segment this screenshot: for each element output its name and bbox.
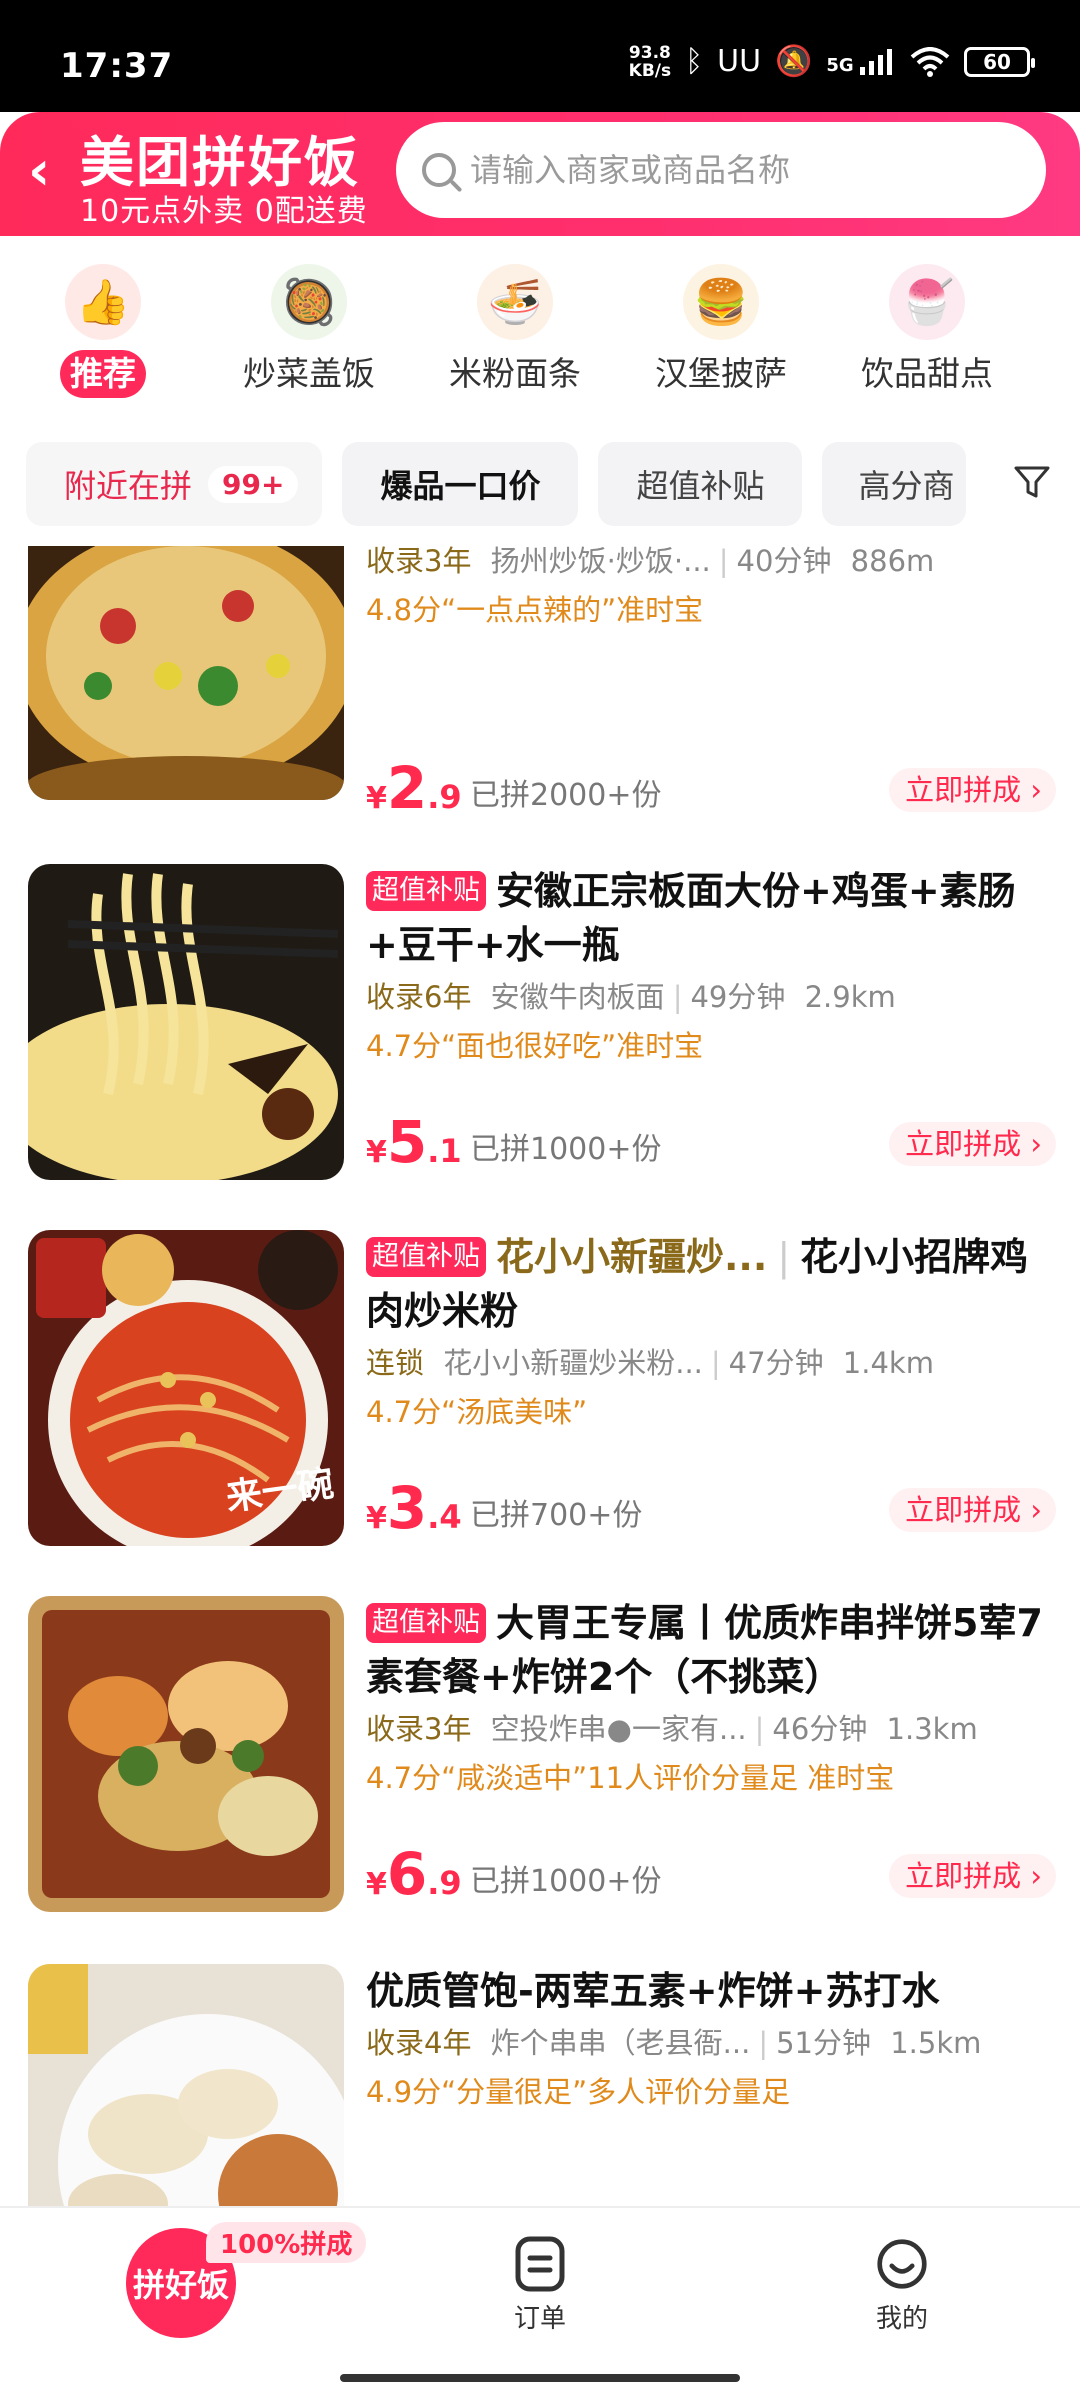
food-image[interactable]: 来一碗: [28, 1230, 344, 1546]
filter-high-rating[interactable]: 高分商: [822, 442, 967, 526]
price-row: ¥6.9 已拼1000+份 立即拼成 ›: [366, 1840, 1056, 1912]
food-image[interactable]: [28, 1596, 344, 1912]
deal-title: 优质管饱-两荤五素+炸饼+苏打水: [366, 1969, 940, 2013]
review-line: 4.9分“分量很足”多人评价分量足: [366, 2075, 791, 2109]
earbuds-icon: ᑌᑌ: [717, 44, 762, 79]
shop-meta: 收录3年 扬州炒饭·炒饭·... | 40分钟 886m: [366, 546, 935, 578]
search-icon: [422, 153, 456, 187]
food-image[interactable]: [28, 546, 344, 800]
deal-card[interactable]: 优质管饱-两荤五素+炸饼+苏打水 收录4年 炸个串串（老县衙... | 51分钟 1…: [0, 1964, 1080, 2206]
battery-icon: 60: [964, 47, 1035, 77]
brand-name: 花小小新疆炒...: [496, 1235, 768, 1279]
shop-meta: 收录4年 炸个串串（老县衙... | 51分钟 1.5km: [366, 2026, 982, 2060]
back-arrow-icon[interactable]: ‹: [28, 144, 50, 198]
review-line: 4.7分“汤底美味”: [366, 1395, 588, 1429]
review-line: 4.7分“咸淡适中”11人评价分量足 准时宝: [366, 1761, 895, 1795]
category-noodles[interactable]: 🍜 米粉面条: [412, 236, 618, 412]
price-row: ¥2.9 已拼2000+份 立即拼成 ›: [366, 754, 1056, 826]
sold-count: 已拼2000+份: [470, 778, 662, 813]
food-image[interactable]: [28, 1964, 344, 2206]
deal-card[interactable]: 收录3年 扬州炒饭·炒饭·... | 40分钟 886m 4.8分“一点点辣的”准时…: [0, 546, 1080, 866]
filter-subsidy[interactable]: 超值补贴: [598, 442, 803, 526]
category-dessert[interactable]: 🍧 饮品甜点: [824, 236, 1030, 412]
category-burger[interactable]: 🍔 汉堡披萨: [618, 236, 824, 412]
profile-smile-icon: [877, 2239, 927, 2289]
filter-row: 附近在拼 99+ 爆品一口价 超值补贴 高分商: [26, 442, 967, 526]
signal-icon: 5G: [826, 48, 896, 76]
stir-fry-icon: 🥘: [271, 264, 347, 340]
net-speed: 93.8 KB/s: [628, 43, 672, 81]
category-row: 👍 推荐 🥘 炒菜盖饭 🍜 米粉面条 🍔 汉堡披萨 🍧 饮品甜点 🥟 面点: [0, 236, 1080, 412]
deal-title: 超值补贴 花小小新疆炒... | 花小小招牌鸡肉炒米粉: [366, 1235, 1029, 1333]
subsidy-tag: 超值补贴: [366, 871, 486, 911]
price: ¥5.1: [366, 1108, 462, 1176]
food-image[interactable]: [28, 864, 344, 1180]
category-bun[interactable]: 🥟 面点: [1030, 236, 1080, 412]
category-stir-fry[interactable]: 🥘 炒菜盖饭: [206, 236, 412, 412]
subsidy-tag: 超值补贴: [366, 1603, 486, 1643]
nav-mine[interactable]: 我的: [842, 2236, 962, 2335]
search-bar[interactable]: [396, 122, 1046, 218]
deal-title: 超值补贴 安徽正宗板面大份+鸡蛋+素肠+豆干+水一瓶: [366, 869, 1016, 967]
price: ¥2.9: [366, 754, 462, 822]
price: ¥6.9: [366, 1840, 462, 1908]
filter-nearby[interactable]: 附近在拼 99+: [26, 442, 323, 526]
price-row: ¥5.1 已拼1000+份 立即拼成 ›: [366, 1108, 1056, 1180]
deal-card[interactable]: 超值补贴 大胃王专属丨优质炸串拌饼5荤7素套餐+炸饼2个（不挑菜） 收录3年 空投…: [0, 1596, 1080, 1926]
filter-funnel-icon[interactable]: [1012, 462, 1052, 502]
shop-meta: 收录3年 空投炸串●一家有... | 46分钟 1.3km: [366, 1712, 978, 1746]
nav-orders[interactable]: 订单: [480, 2236, 600, 2335]
sold-count: 已拼1000+份: [470, 1132, 662, 1167]
join-button[interactable]: 立即拼成 ›: [889, 1854, 1056, 1898]
sold-count: 已拼1000+份: [470, 1864, 662, 1899]
status-bar: 17:37 93.8 KB/s ᛒ ᑌᑌ 🔕 5G 60: [0, 0, 1080, 112]
join-button[interactable]: 立即拼成 ›: [889, 1488, 1056, 1532]
wifi-icon: [910, 47, 950, 77]
brand-slogan: 10元点外卖 0配送费: [80, 194, 368, 229]
nearby-count-badge: 99+: [208, 465, 299, 503]
category-recommend[interactable]: 👍 推荐: [0, 236, 206, 412]
mute-bell-icon: 🔕: [775, 44, 813, 79]
success-rate-badge: 100%拼成: [206, 2222, 367, 2263]
orders-icon: [515, 2236, 565, 2292]
join-button[interactable]: 立即拼成 ›: [889, 768, 1056, 812]
app-header: ‹ 美团拼好饭 10元点外卖 0配送费: [0, 112, 1080, 236]
thumbs-up-icon: 👍: [65, 264, 141, 340]
search-input[interactable]: [470, 151, 1030, 189]
price: ¥3.4: [366, 1474, 462, 1542]
review-line: 4.7分“面也很好吃”准时宝: [366, 1029, 704, 1063]
noodles-icon: 🍜: [477, 264, 553, 340]
shop-meta: 收录6年 安徽牛肉板面 | 49分钟 2.9km: [366, 980, 896, 1014]
deal-card[interactable]: 来一碗 超值补贴 花小小新疆炒... | 花小小招牌鸡肉炒米粉 连锁 花小小新疆炒米粉…: [0, 1230, 1080, 1560]
deal-list: 收录3年 扬州炒饭·炒饭·... | 40分钟 886m 4.8分“一点点辣的”准时…: [0, 546, 1080, 2206]
review-line: 4.8分“一点点辣的”准时宝: [366, 593, 704, 627]
shop-meta: 连锁 花小小新疆炒米粉... | 47分钟 1.4km: [366, 1346, 934, 1380]
price-row: ¥3.4 已拼700+份 立即拼成 ›: [366, 1474, 1056, 1546]
dessert-icon: 🍧: [889, 264, 965, 340]
deal-title: 超值补贴 大胃王专属丨优质炸串拌饼5荤7素套餐+炸饼2个（不挑菜）: [366, 1601, 1043, 1699]
subsidy-tag: 超值补贴: [366, 1237, 486, 1277]
burger-icon: 🍔: [683, 264, 759, 340]
join-button[interactable]: 立即拼成 ›: [889, 1122, 1056, 1166]
sold-count: 已拼700+份: [470, 1498, 643, 1533]
bluetooth-icon: ᛒ: [685, 44, 704, 79]
status-time: 17:37: [60, 46, 174, 86]
filter-hot-price[interactable]: 爆品一口价: [342, 442, 579, 526]
deal-card[interactable]: 超值补贴 安徽正宗板面大份+鸡蛋+素肠+豆干+水一瓶 收录6年 安徽牛肉板面 | 49…: [0, 864, 1080, 1194]
home-indicator[interactable]: [340, 2374, 740, 2382]
bottom-nav: 拼好饭 100%拼成 订单 我的: [0, 2206, 1080, 2400]
status-icons: 93.8 KB/s ᛒ ᑌᑌ 🔕 5G 60: [628, 43, 1035, 81]
